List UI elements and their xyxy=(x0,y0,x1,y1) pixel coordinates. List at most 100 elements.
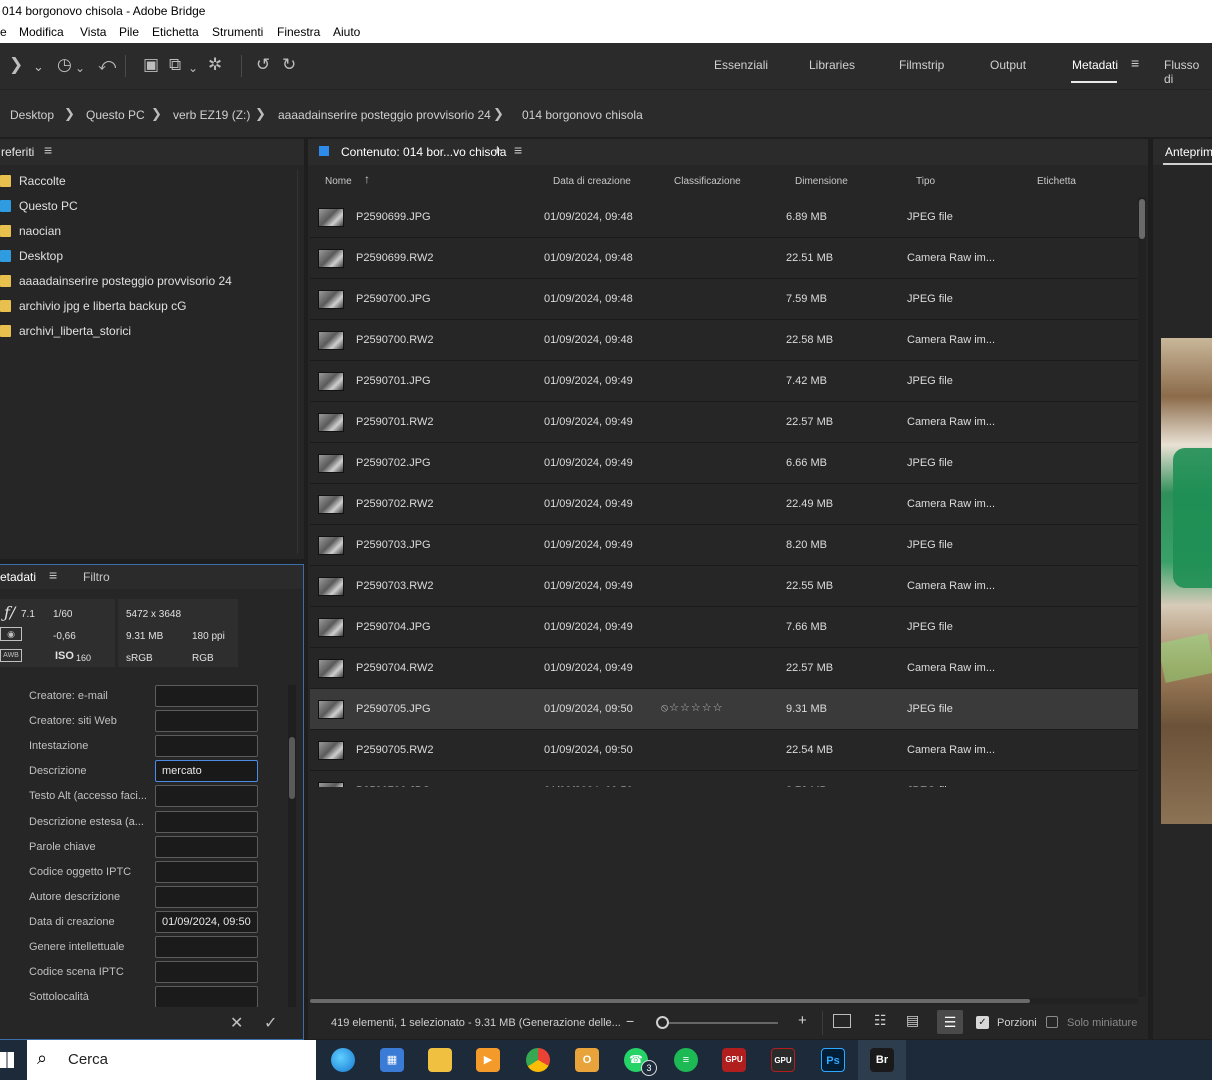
workspace-metadata[interactable]: Metadati xyxy=(1072,58,1118,72)
favorites-title[interactable]: referiti xyxy=(1,145,34,159)
metadata-field-input[interactable] xyxy=(155,861,258,883)
breadcrumb-current[interactable]: 014 borgonovo chisola xyxy=(522,108,643,122)
windows-start-icon[interactable] xyxy=(0,1052,14,1068)
menu-file[interactable]: e xyxy=(0,22,7,43)
add-icon[interactable]: + xyxy=(493,142,502,159)
content-scroll-thumb[interactable] xyxy=(1139,199,1145,239)
column-label[interactable]: Etichetta xyxy=(1037,176,1076,187)
table-row[interactable]: P2590700.RW2 01/09/2024, 09:48 22.58 MB Cam… xyxy=(310,320,1138,361)
chevron-down-icon[interactable]: ⌄ xyxy=(33,57,44,77)
rating-stars[interactable]: ⦸☆☆☆☆☆ xyxy=(661,701,723,715)
media-player-icon[interactable]: ▶ xyxy=(476,1048,500,1072)
table-row[interactable]: P2590702.RW2 01/09/2024, 09:49 22.49 MB Cam… xyxy=(310,484,1138,525)
favorite-collections[interactable]: Raccolte xyxy=(0,169,300,194)
column-size[interactable]: Dimensione xyxy=(795,176,848,187)
column-name[interactable]: Nome xyxy=(325,176,352,187)
metadata-field-input[interactable] xyxy=(155,785,258,807)
breadcrumb-desktop[interactable]: Desktop xyxy=(10,108,54,122)
menu-window[interactable]: Finestra xyxy=(277,22,320,43)
table-row[interactable]: P2590704.JPG 01/09/2024, 09:49 7.66 MB JPEG… xyxy=(310,607,1138,648)
table-row[interactable]: P2590701.RW2 01/09/2024, 09:49 22.57 MB Cam… xyxy=(310,402,1138,443)
panel-menu-icon[interactable]: ≡ xyxy=(44,142,52,158)
table-row[interactable]: P2590701.JPG 01/09/2024, 09:49 7.42 MB JPEG… xyxy=(310,361,1138,402)
rotate-right-icon[interactable]: ↻ xyxy=(282,55,296,75)
return-icon[interactable]: ⤺ xyxy=(98,55,116,75)
breadcrumb-chevron-icon[interactable]: ❯ xyxy=(151,106,162,122)
breadcrumb-chevron-icon[interactable]: ❯ xyxy=(255,106,266,122)
outlook-icon[interactable]: O xyxy=(575,1048,599,1072)
panel-menu-icon[interactable]: ≡ xyxy=(514,142,522,158)
menu-help[interactable]: Aiuto xyxy=(333,22,360,43)
table-row[interactable]: P2590699.JPG 01/09/2024, 09:48 6.89 MB JPEG… xyxy=(310,197,1138,238)
table-row[interactable]: P2590700.JPG 01/09/2024, 09:48 7.59 MB JPEG… xyxy=(310,279,1138,320)
table-row[interactable]: P2590705.RW2 01/09/2024, 09:50 22.54 MB Cam… xyxy=(310,730,1138,771)
view-thumbnails-icon[interactable]: ☷ xyxy=(874,1012,887,1029)
sort-ascending-icon[interactable]: ↑ xyxy=(364,172,370,186)
breadcrumb-drive[interactable]: verb EZ19 (Z:) xyxy=(173,108,250,122)
chevron-down-icon[interactable]: ⌄ xyxy=(188,58,198,78)
file-explorer-icon[interactable] xyxy=(428,1048,452,1072)
table-row[interactable]: P2590699.RW2 01/09/2024, 09:48 22.51 MB Cam… xyxy=(310,238,1138,279)
menu-edit[interactable]: Modifica xyxy=(19,22,64,43)
breadcrumb-this-pc[interactable]: Questo PC xyxy=(86,108,145,122)
preview-title[interactable]: Anteprima xyxy=(1165,145,1212,159)
refine-icon[interactable]: ⧉ xyxy=(169,55,181,75)
cancel-icon[interactable]: ✕ xyxy=(230,1013,243,1033)
chevron-down-icon[interactable]: ⌄ xyxy=(75,58,85,78)
metadata-field-input[interactable] xyxy=(155,811,258,833)
gpu-monitor-icon[interactable]: GPU xyxy=(771,1048,795,1072)
menu-view[interactable]: Vista xyxy=(80,22,106,43)
zoom-out-icon[interactable]: − xyxy=(626,1013,634,1029)
apply-icon[interactable]: ✓ xyxy=(264,1013,277,1033)
metadata-field-input[interactable] xyxy=(155,886,258,908)
content-title[interactable]: Contenuto: 014 bor...vo chisola xyxy=(341,145,506,159)
menu-label[interactable]: Etichetta xyxy=(152,22,199,43)
bridge-taskbar-active[interactable]: Br xyxy=(858,1040,906,1080)
thumbnail-slider[interactable] xyxy=(656,1016,778,1029)
table-row[interactable]: P2590703.RW2 01/09/2024, 09:49 22.55 MB Cam… xyxy=(310,566,1138,607)
table-row[interactable]: P2590702.JPG 01/09/2024, 09:49 6.66 MB JPEG… xyxy=(310,443,1138,484)
menu-tools[interactable]: Strumenti xyxy=(212,22,263,43)
breadcrumb-chevron-icon[interactable]: ❯ xyxy=(493,106,504,122)
store-icon[interactable]: ▦ xyxy=(380,1048,404,1072)
workspace-essentials[interactable]: Essenziali xyxy=(714,58,768,72)
gpu-tool-icon[interactable]: GPU xyxy=(722,1048,746,1072)
table-row[interactable]: P2590705.JPG 01/09/2024, 09:50 9.31 MB JPEG… xyxy=(310,689,1138,730)
breadcrumb-chevron-icon[interactable]: ❯ xyxy=(64,106,75,122)
spotify-icon[interactable]: ≡ xyxy=(674,1048,698,1072)
forward-icon[interactable]: ❯ xyxy=(9,55,23,75)
zoom-in-icon[interactable]: + xyxy=(798,1012,807,1029)
view-details-icon[interactable]: ▤ xyxy=(906,1012,919,1029)
view-list-icon[interactable]: ☰ xyxy=(937,1010,963,1034)
content-scrollbar[interactable] xyxy=(1138,197,1146,997)
breadcrumb-folder-parent[interactable]: aaaadainserire posteggio provvisorio 24 xyxy=(278,108,491,122)
column-rating[interactable]: Classificazione xyxy=(674,176,741,187)
column-date[interactable]: Data di creazione xyxy=(553,176,631,187)
open-in-camera-raw-icon[interactable]: ✲ xyxy=(208,55,222,75)
table-row[interactable]: P2590704.RW2 01/09/2024, 09:49 22.57 MB Cam… xyxy=(310,648,1138,689)
metadata-field-input[interactable] xyxy=(155,986,258,1007)
metadata-field-input[interactable] xyxy=(155,836,258,858)
rotate-left-icon[interactable]: ↺ xyxy=(256,55,270,75)
workspace-workflow[interactable]: Flusso di xyxy=(1164,58,1212,86)
taskbar-search[interactable]: ⌕ Cerca xyxy=(27,1040,316,1080)
content-hscroll-thumb[interactable] xyxy=(310,999,1030,1003)
menu-stacks[interactable]: Pile xyxy=(119,22,139,43)
workspace-libraries[interactable]: Libraries xyxy=(809,58,855,72)
workspace-filmstrip[interactable]: Filmstrip xyxy=(899,58,944,72)
column-type[interactable]: Tipo xyxy=(916,176,935,187)
recent-history-icon[interactable]: ◷ xyxy=(57,55,72,75)
chrome-icon[interactable] xyxy=(526,1048,550,1072)
metadata-field-input[interactable]: 01/09/2024, 09:50 xyxy=(155,911,258,933)
metadata-field-input[interactable] xyxy=(155,961,258,983)
bridge-icon[interactable]: Br xyxy=(870,1048,894,1072)
workspace-menu-icon[interactable]: ≡ xyxy=(1131,55,1139,71)
portions-checkbox[interactable]: ✓ xyxy=(976,1016,989,1029)
edge-icon[interactable] xyxy=(331,1048,355,1072)
camera-import-icon[interactable]: ▣ xyxy=(143,55,159,75)
content-hscrollbar[interactable] xyxy=(310,998,1138,1004)
metadata-field-input[interactable] xyxy=(155,936,258,958)
table-row[interactable]: P2590703.JPG 01/09/2024, 09:49 8.20 MB JPEG… xyxy=(310,525,1138,566)
thumbnail-slider-knob[interactable] xyxy=(656,1016,669,1029)
thumbnails-only-checkbox[interactable] xyxy=(1046,1016,1058,1028)
